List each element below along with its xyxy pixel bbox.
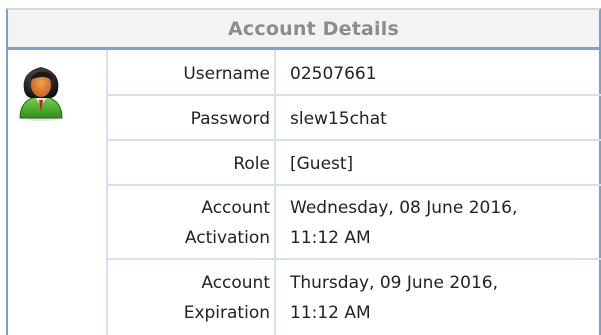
account-activation-label-line1: Account xyxy=(201,198,270,218)
password-value: slew15chat xyxy=(290,109,387,129)
role-value: [Guest] xyxy=(290,154,354,174)
username-label: Username xyxy=(183,64,270,84)
username-value: 02507661 xyxy=(290,64,377,84)
account-expiration-row: Account Expiration Thursday, 09 June 201… xyxy=(106,260,601,335)
username-row: Username 02507661 xyxy=(106,52,601,96)
account-activation-row: Account Activation Wednesday, 08 June 20… xyxy=(106,186,601,260)
account-expiration-label-line1: Account xyxy=(201,273,270,293)
account-expiration-date: Thursday, 09 June 2016, xyxy=(290,273,498,293)
panel-title: Account Details xyxy=(228,17,399,40)
password-row: Password slew15chat xyxy=(106,96,601,141)
account-activation-label-line2: Activation xyxy=(184,228,270,248)
role-label: Role xyxy=(233,154,270,174)
panel-header: Account Details xyxy=(6,8,601,50)
account-activation-date: Wednesday, 08 June 2016, xyxy=(290,198,518,218)
account-details-panel: Account Details Username 02507661 Passwo… xyxy=(4,0,601,335)
account-expiration-label-line2: Expiration xyxy=(183,303,270,323)
account-activation-time: 11:12 AM xyxy=(290,228,371,248)
password-label: Password xyxy=(190,109,270,129)
user-avatar-icon xyxy=(19,67,63,121)
role-row: Role [Guest] xyxy=(106,141,601,186)
account-expiration-time: 11:12 AM xyxy=(290,303,371,323)
